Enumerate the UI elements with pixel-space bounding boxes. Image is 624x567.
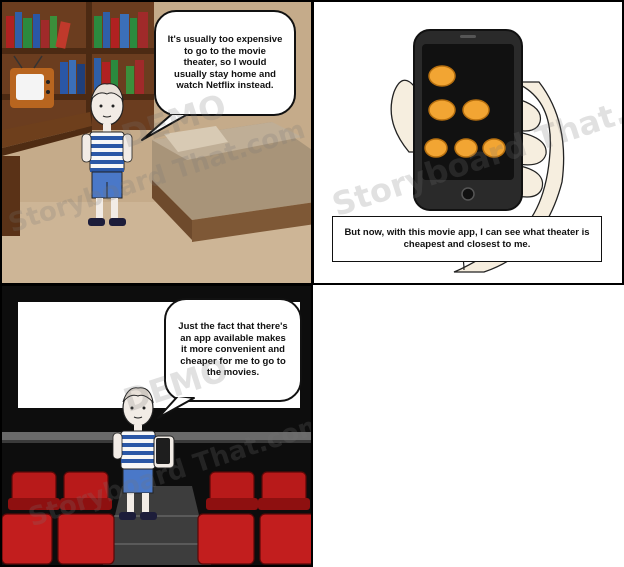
phone-icon — [156, 438, 170, 464]
panel-phone-app: But now, with this movie app, I can see … — [312, 0, 624, 285]
bookshelf — [2, 2, 154, 130]
speech-text: Just the fact that there's an app availa… — [178, 321, 288, 379]
speech-text: It's usually too expensive to go to the … — [167, 34, 283, 92]
speech-bubble: It's usually too expensive to go to the … — [154, 10, 296, 116]
caption-text: But now, with this movie app, I can see … — [344, 227, 590, 250]
panel-bedroom: It's usually too expensive to go to the … — [0, 0, 313, 285]
panel-movie-theater: Just the fact that there's an app availa… — [0, 284, 313, 567]
smartphone — [413, 29, 523, 211]
caption-box: But now, with this movie app, I can see … — [332, 216, 602, 262]
speech-bubble: Just the fact that there's an app availa… — [164, 298, 302, 402]
